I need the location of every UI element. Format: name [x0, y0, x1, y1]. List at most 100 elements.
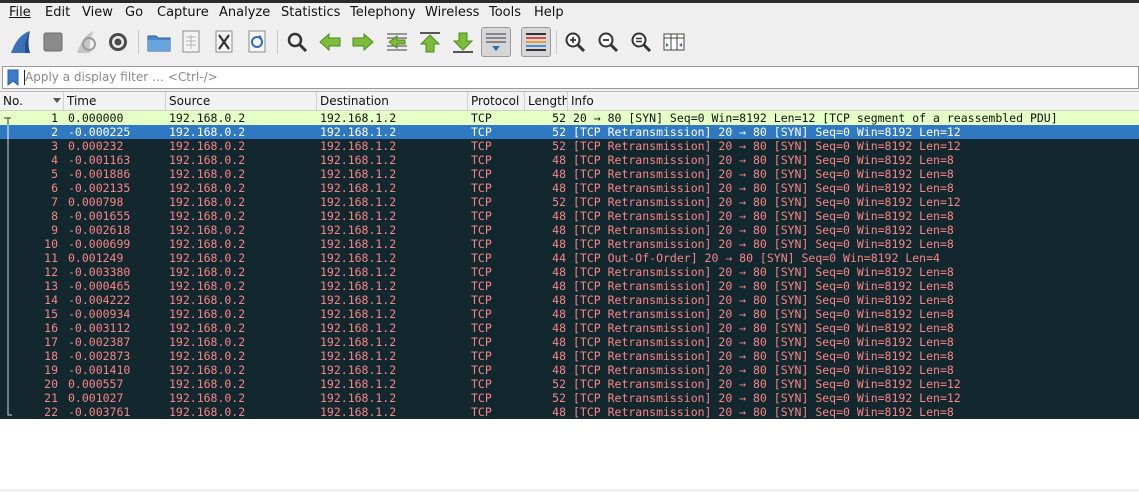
start-capture-button[interactable] [6, 27, 36, 57]
menu-telephony[interactable]: Telephony [350, 5, 416, 20]
zoom-in-button[interactable] [560, 27, 590, 57]
find-packet-button[interactable] [282, 27, 312, 57]
packet-row[interactable]: 4 -0.001163 192.168.0.2 192.168.1.2 TCP 48 [TC… [0, 153, 1139, 167]
packet-destination: 192.168.1.2 [320, 321, 397, 335]
first-packet-button[interactable] [415, 27, 445, 57]
menu-analyze[interactable]: Analyze [219, 5, 270, 20]
bookmark-icon[interactable] [7, 69, 19, 86]
packet-row[interactable]: 8 -0.001655 192.168.0.2 192.168.1.2 TCP 48 [TC… [0, 209, 1139, 223]
menu-analyze-label: Analyze [219, 5, 271, 20]
go-forward-button[interactable] [348, 27, 378, 57]
zoom-out-button[interactable] [593, 27, 623, 57]
menu-edit[interactable]: Edit [45, 5, 70, 20]
conversation-line-icon [7, 251, 9, 265]
packet-info: 20 → 80 [SYN] Seq=0 Win=8192 Len=12 [TCP… [573, 111, 1058, 125]
menu-file[interactable]: File [9, 5, 31, 20]
conversation-line-icon [7, 293, 9, 307]
packet-info: [TCP Retransmission] 20 → 80 [SYN] Seq=0… [573, 279, 954, 293]
packet-row[interactable]: 20 0.000557 192.168.0.2 192.168.1.2 TCP 52 [TC… [0, 377, 1139, 391]
packet-row[interactable]: 2 -0.000225 192.168.0.2 192.168.1.2 TCP 52 [TC… [0, 125, 1139, 139]
menu-statistics[interactable]: Statistics [281, 5, 340, 20]
colorize-button[interactable] [521, 27, 551, 57]
go-back-button[interactable] [315, 27, 345, 57]
packet-length: 52 [552, 139, 566, 153]
packet-destination: 192.168.1.2 [320, 377, 397, 391]
stop-capture-button[interactable] [38, 27, 68, 57]
conversation-line-icon [7, 153, 9, 167]
packet-time: -0.000934 [68, 307, 131, 321]
menu-wireless[interactable]: Wireless [425, 5, 479, 20]
packet-row[interactable]: 14 -0.004222 192.168.0.2 192.168.1.2 TCP 48 [T… [0, 293, 1139, 307]
packet-time: -0.002873 [68, 349, 131, 363]
packet-length: 48 [552, 321, 566, 335]
column-header-length[interactable]: Length [525, 92, 568, 110]
column-header-destination[interactable]: Destination [317, 92, 468, 110]
packet-destination: 192.168.1.2 [320, 139, 397, 153]
packet-row[interactable]: 6 -0.002135 192.168.0.2 192.168.1.2 TCP 48 [TC… [0, 181, 1139, 195]
packet-row[interactable]: 22 -0.003761 192.168.0.2 192.168.1.2 TCP 48 [T… [0, 405, 1139, 419]
packet-source: 192.168.0.2 [169, 223, 246, 237]
column-header-protocol[interactable]: Protocol [468, 92, 525, 110]
packet-row[interactable]: 5 -0.001886 192.168.0.2 192.168.1.2 TCP 48 [TC… [0, 167, 1139, 181]
packet-time: -0.003112 [68, 321, 131, 335]
packet-protocol: TCP [471, 125, 492, 139]
packet-row[interactable]: 3 0.000232 192.168.0.2 192.168.1.2 TCP 52 [TCP… [0, 139, 1139, 153]
packet-time: -0.003761 [68, 405, 131, 419]
packet-row[interactable]: 16 -0.003112 192.168.0.2 192.168.1.2 TCP 48 [T… [0, 321, 1139, 335]
column-header-no[interactable]: No. [0, 92, 64, 110]
display-filter-input[interactable] [25, 68, 1125, 86]
save-file-button[interactable] [176, 27, 206, 57]
packet-source: 192.168.0.2 [169, 153, 246, 167]
arrow-right-icon [352, 32, 374, 52]
packet-row[interactable]: 21 0.001027 192.168.0.2 192.168.1.2 TCP 52 [TC… [0, 391, 1139, 405]
packet-source: 192.168.0.2 [169, 377, 246, 391]
packet-row[interactable]: 13 -0.000465 192.168.0.2 192.168.1.2 TCP 48 [T… [0, 279, 1139, 293]
menu-capture[interactable]: Capture [157, 5, 209, 20]
menu-go[interactable]: Go [125, 5, 143, 20]
packet-destination: 192.168.1.2 [320, 265, 397, 279]
close-file-button[interactable] [209, 27, 239, 57]
close-file-icon [215, 30, 233, 53]
last-packet-button[interactable] [448, 27, 478, 57]
packet-row[interactable]: 9 -0.002618 192.168.0.2 192.168.1.2 TCP 48 [TC… [0, 223, 1139, 237]
packet-row[interactable]: 10 -0.000699 192.168.0.2 192.168.1.2 TCP 48 [T… [0, 237, 1139, 251]
menu-help-label: Help [534, 5, 564, 20]
packet-length: 48 [552, 181, 566, 195]
packet-row[interactable]: 15 -0.000934 192.168.0.2 192.168.1.2 TCP 48 [T… [0, 307, 1139, 321]
packet-row[interactable]: 11 0.001249 192.168.0.2 192.168.1.2 TCP 44 [TC… [0, 251, 1139, 265]
conversation-start-icon [4, 117, 11, 125]
packet-row[interactable]: 12 -0.003380 192.168.0.2 192.168.1.2 TCP 48 [T… [0, 265, 1139, 279]
conversation-line-icon [7, 265, 9, 279]
packet-source: 192.168.0.2 [169, 139, 246, 153]
zoom-out-icon [598, 32, 619, 53]
packet-protocol: TCP [471, 237, 492, 251]
open-file-button[interactable] [144, 27, 174, 57]
auto-scroll-button[interactable] [481, 27, 511, 57]
go-to-packet-button[interactable] [382, 27, 412, 57]
column-header-protocol-label: Protocol [471, 94, 520, 108]
capture-options-button[interactable] [103, 27, 133, 57]
column-header-info[interactable]: Info [568, 92, 1139, 110]
packet-row[interactable]: 18 -0.002873 192.168.0.2 192.168.1.2 TCP 48 [T… [0, 349, 1139, 363]
menu-tools[interactable]: Tools [489, 5, 521, 20]
menu-view-label: View [82, 5, 113, 20]
normal-size-button[interactable] [626, 27, 656, 57]
column-header-source[interactable]: Source [166, 92, 317, 110]
packet-row[interactable]: 17 -0.002387 192.168.0.2 192.168.1.2 TCP 48 [T… [0, 335, 1139, 349]
packet-info: [TCP Retransmission] 20 → 80 [SYN] Seq=0… [573, 363, 954, 377]
packet-row[interactable]: 19 -0.001410 192.168.0.2 192.168.1.2 TCP 48 [T… [0, 363, 1139, 377]
packet-time: 0.000232 [68, 139, 124, 153]
gear-icon [109, 33, 127, 51]
packet-row[interactable]: 7 0.000798 192.168.0.2 192.168.1.2 TCP 52 [TCP… [0, 195, 1139, 209]
menu-help[interactable]: Help [534, 5, 564, 20]
reload-file-button[interactable] [242, 27, 272, 57]
menu-view[interactable]: View [82, 5, 113, 20]
restart-capture-button[interactable] [71, 27, 101, 57]
packet-row[interactable]: 1 0.000000 192.168.0.2 192.168.1.2 TCP 52 20 →… [0, 111, 1139, 125]
packet-time: -0.000225 [68, 125, 131, 139]
column-header-time[interactable]: Time [64, 92, 166, 110]
packet-time: -0.001410 [68, 363, 131, 377]
file-grid-icon [182, 30, 200, 53]
resize-columns-button[interactable] [659, 27, 689, 57]
auto-scroll-icon [486, 33, 506, 51]
